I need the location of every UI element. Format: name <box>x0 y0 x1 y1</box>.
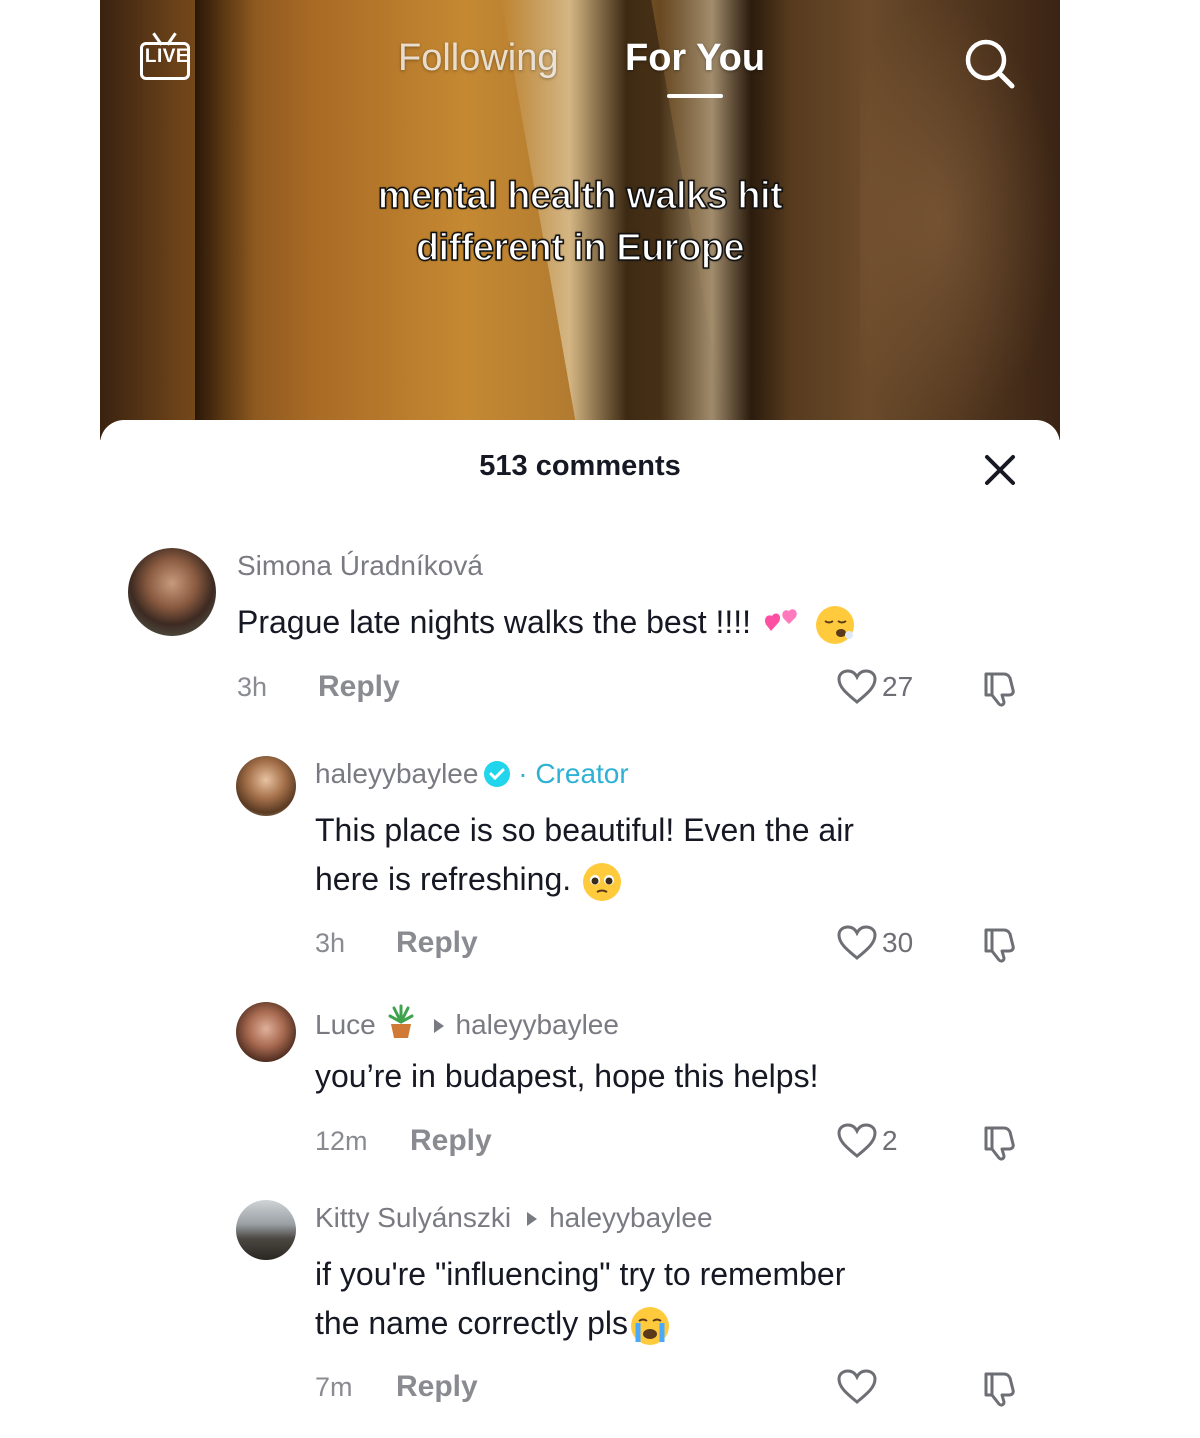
crying-face-emoji-icon <box>631 1306 670 1345</box>
tab-for-you[interactable]: For You <box>625 34 765 82</box>
feed-tabs: Following For You <box>100 34 1060 94</box>
dislike-icon[interactable] <box>980 1368 1020 1408</box>
caption-line: different in Europe <box>415 226 745 270</box>
active-tab-indicator <box>667 94 723 98</box>
avatar[interactable] <box>236 1200 296 1260</box>
search-icon[interactable] <box>960 34 1020 94</box>
tab-following[interactable]: Following <box>398 34 559 82</box>
video-player[interactable]: LIVE Following For You mental health wal… <box>100 0 1060 440</box>
caption-line: mental health walks hit <box>377 174 784 218</box>
comment-text-line: the name correctly pls <box>315 1299 845 1348</box>
tiktok-screen: LIVE Following For You mental health wal… <box>100 0 1060 1438</box>
like-button[interactable] <box>836 1368 882 1406</box>
comment-time: 7m <box>315 1372 353 1402</box>
comment-item: Kitty Sulyánszki haleyybaylee if you're "… <box>100 420 1060 1430</box>
comment-username[interactable]: Kitty Sulyánszki <box>315 1202 511 1233</box>
reply-to-arrow-icon <box>527 1211 538 1226</box>
comment-text-content: the name correctly pls <box>315 1305 629 1341</box>
comment-text: if you're "influencing" try to remember … <box>315 1250 845 1348</box>
heart-icon <box>837 1369 877 1404</box>
comment-username-line: Kitty Sulyánszki haleyybaylee <box>315 1202 713 1234</box>
reply-button[interactable]: Reply <box>396 1370 478 1404</box>
reply-to-username[interactable]: haleyybaylee <box>549 1202 712 1233</box>
comments-sheet: 513 comments Simona Úradníková Prague la… <box>100 420 1060 1438</box>
video-caption: mental health walks hit different in Eur… <box>280 170 880 274</box>
comment-text-line: if you're "influencing" try to remember <box>315 1256 846 1292</box>
